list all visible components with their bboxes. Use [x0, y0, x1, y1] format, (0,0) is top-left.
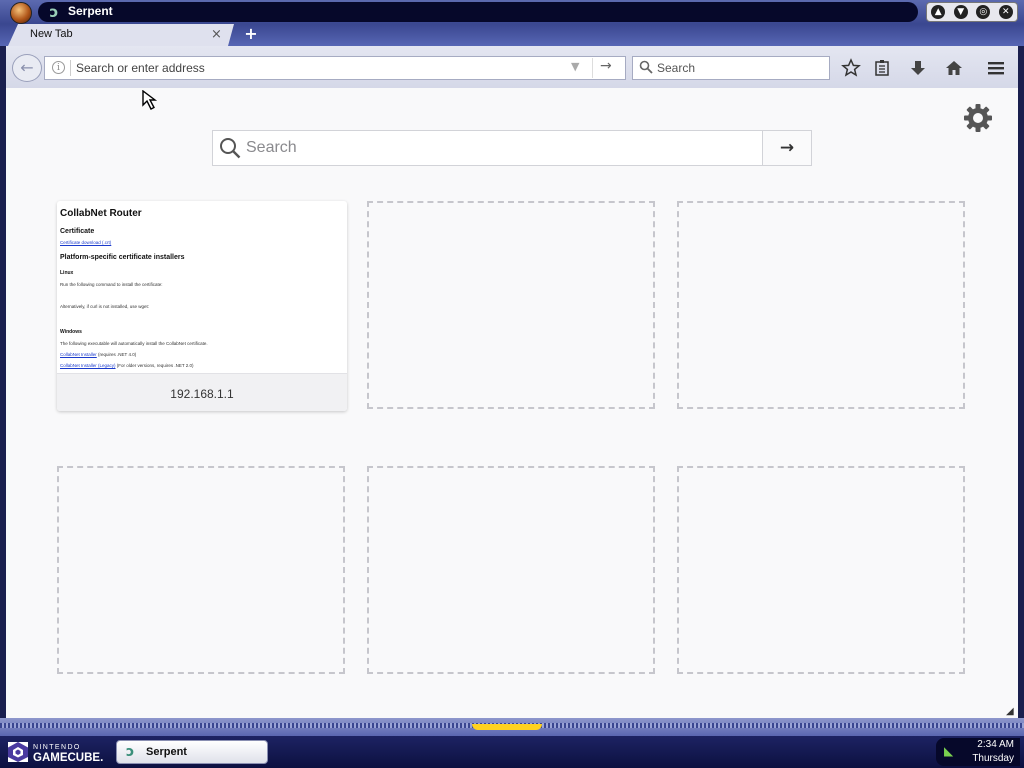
serpent-logo-icon: ↄ — [49, 3, 59, 21]
new-tab-button[interactable]: + — [243, 24, 259, 44]
reading-list-icon[interactable] — [872, 58, 892, 78]
thumb-link: CollabNet Installer — [60, 352, 97, 357]
url-divider — [70, 60, 71, 76]
mouse-cursor-icon — [142, 90, 158, 110]
clock-time[interactable]: 2:34 AM — [966, 739, 1014, 750]
search-icon — [639, 60, 653, 74]
start-label-top: NINTENDO — [33, 744, 81, 751]
title-pill — [38, 2, 918, 22]
serpent-logo-icon: ↄ — [126, 744, 135, 760]
thumb-text: Run the following command to install the… — [60, 282, 163, 287]
maximize-icon[interactable]: ◎ — [976, 5, 991, 19]
site-info-icon[interactable]: i — [52, 61, 65, 74]
clock-day: Thursday — [972, 753, 1014, 764]
thumb-link-row: CollabNet Installer (Legacy) (For older … — [60, 363, 343, 368]
thumb-subheading: Linux — [60, 270, 74, 276]
thumb-subheading: Windows — [60, 329, 82, 335]
thumb-code — [60, 315, 343, 320]
thumb-code — [60, 293, 343, 298]
resize-grip-icon[interactable]: ◢ — [1006, 706, 1014, 717]
downloads-icon[interactable] — [908, 58, 928, 78]
thumb-heading: CollabNet Router — [60, 208, 142, 219]
scroll-up-icon[interactable]: ▲ — [931, 5, 946, 19]
taskbar-item-serpent[interactable] — [116, 740, 268, 764]
empty-tile-placeholder — [677, 201, 965, 409]
start-button[interactable]: NINTENDO GAMECUBE. — [6, 739, 104, 765]
scroll-down-icon[interactable]: ▼ — [953, 5, 968, 19]
thumb-link-row: CollabNet Installer (requires .NET 4.0) — [60, 352, 343, 357]
home-icon[interactable] — [944, 58, 964, 78]
start-label-bottom: GAMECUBE. — [33, 752, 103, 764]
thumb-text: Alternatively, if curl is not installed,… — [60, 304, 149, 309]
empty-tile-placeholder — [57, 466, 345, 674]
tab-close-icon[interactable]: × — [211, 27, 222, 42]
newtab-search-go-button[interactable]: → — [762, 130, 812, 166]
gamecube-logo-icon — [8, 742, 28, 762]
thumb-link: Certificate download (.crt) — [60, 240, 112, 245]
go-divider — [592, 58, 593, 78]
close-icon[interactable]: ✕ — [998, 5, 1013, 19]
search-icon — [220, 138, 241, 159]
window-title: Serpent — [68, 4, 113, 18]
network-icon[interactable]: ◣ — [944, 744, 953, 758]
taskbar-item-label: Serpent — [146, 746, 187, 758]
url-input[interactable] — [76, 58, 556, 78]
thumb-text: The following executable will automatica… — [60, 341, 208, 346]
url-dropdown-icon[interactable]: ▼ — [571, 60, 579, 73]
bookmark-star-icon[interactable] — [841, 58, 861, 78]
thumb-note: (For older versions, requires .NET 2.0) — [116, 363, 194, 368]
gear-icon[interactable] — [963, 103, 993, 133]
thumb-section-heading: Platform-specific certificate installers — [60, 254, 185, 261]
thumb-link: CollabNet Installer (Legacy) — [60, 363, 116, 368]
toolbar-search-input[interactable] — [657, 58, 822, 78]
tile-thumbnail: CollabNet Router Certificate Certificate… — [59, 205, 343, 375]
thumb-note: (requires .NET 4.0) — [98, 352, 137, 357]
menu-icon[interactable] — [986, 58, 1006, 78]
top-site-tile[interactable]: CollabNet Router Certificate Certificate… — [57, 201, 347, 411]
empty-tile-placeholder — [677, 466, 965, 674]
go-button[interactable]: → — [600, 58, 612, 74]
tab-label: New Tab — [30, 28, 73, 40]
window-controls: ▲ ▼ ◎ ✕ — [926, 2, 1018, 22]
empty-tile-placeholder — [367, 201, 655, 409]
frame-accent — [472, 724, 542, 730]
app-menu-orb-icon[interactable] — [10, 2, 32, 24]
empty-tile-placeholder — [367, 466, 655, 674]
newtab-search-input[interactable] — [246, 135, 746, 161]
tile-title: 192.168.1.1 — [170, 387, 234, 401]
back-button[interactable]: ← — [12, 54, 42, 82]
thumb-section-heading: Certificate — [60, 228, 95, 235]
